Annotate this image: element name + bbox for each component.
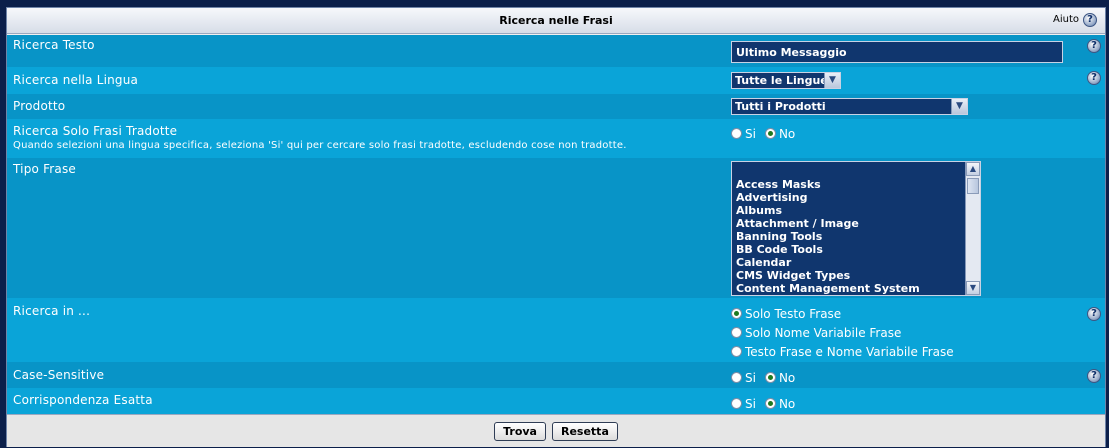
question-mark-icon[interactable]: ? <box>1083 13 1097 27</box>
list-item[interactable]: Calendar <box>736 256 980 269</box>
question-mark-icon[interactable]: ? <box>1087 369 1101 383</box>
exact-match-yes-radio[interactable] <box>731 398 742 409</box>
reset-button[interactable]: Resetta <box>551 421 618 441</box>
list-item[interactable]: Albums <box>736 204 980 217</box>
translated-only-radios: Si No <box>731 124 795 143</box>
search-in-varname-radio[interactable] <box>731 327 742 338</box>
list-item[interactable]: Advertising <box>736 191 980 204</box>
exact-match-label: Corrispondenza Esatta <box>13 393 153 407</box>
option-label: Si <box>745 396 756 411</box>
scroll-down-icon[interactable]: ▼ <box>966 281 980 295</box>
list-item[interactable]: CMS Widget Types <box>736 269 980 282</box>
list-item[interactable]: Banning Tools <box>736 230 980 243</box>
row-product: Prodotto Tutti i Prodotti ▼ <box>7 94 1105 119</box>
search-text-input[interactable] <box>731 41 1063 63</box>
window-frame: Ricerca nelle Frasi Aiuto ? Ricerca Test… <box>0 0 1109 448</box>
question-mark-icon[interactable]: ? <box>1087 307 1101 321</box>
option-label: Testo Frase e Nome Variabile Frase <box>745 344 954 359</box>
row-exact-match: Corrispondenza Esatta Si No <box>7 388 1105 414</box>
phrase-type-label: Tipo Frase <box>13 162 77 176</box>
row-language: Ricerca nella Lingua Tutte le Lingue ▼ ? <box>7 67 1105 94</box>
list-item[interactable]: Attachment / Image <box>736 217 980 230</box>
help-link[interactable]: Aiuto ? <box>1053 12 1097 28</box>
scroll-up-icon[interactable]: ▲ <box>966 162 980 176</box>
case-sensitive-no-radio[interactable] <box>764 372 776 383</box>
row-search-in: Ricerca in ... Solo Testo Frase Solo Nom… <box>7 298 1105 362</box>
row-case-sensitive: Case-Sensitive Si No ? <box>7 362 1105 388</box>
option-label: Si <box>745 126 756 141</box>
row-translated-only: Ricerca Solo Frasi Tradotte Quando selez… <box>7 119 1105 158</box>
list-item[interactable]: BB Code Tools <box>736 243 980 256</box>
find-button[interactable]: Trova <box>494 421 546 441</box>
case-sensitive-yes-radio[interactable] <box>731 372 742 383</box>
translated-only-description: Quando selezioni una lingua specifica, s… <box>13 140 627 151</box>
chevron-down-icon[interactable]: ▼ <box>824 73 840 88</box>
option-label: No <box>778 370 796 385</box>
panel-header: Ricerca nelle Frasi Aiuto ? <box>7 8 1105 34</box>
search-in-text-radio[interactable] <box>731 308 742 319</box>
scroll-thumb[interactable] <box>967 178 979 194</box>
list-item[interactable]: Access Masks <box>736 178 980 191</box>
search-in-label: Ricerca in ... <box>13 304 91 318</box>
translated-only-yes-radio[interactable] <box>731 128 742 139</box>
option-label: Solo Testo Frase <box>745 306 842 321</box>
search-in-both-radio[interactable] <box>731 346 742 357</box>
row-search-text: Ricerca Testo ? <box>7 35 1105 67</box>
search-in-option: Solo Testo Frase <box>731 304 954 323</box>
exact-match-no-radio[interactable] <box>764 398 776 409</box>
option-label: No <box>778 396 796 411</box>
search-in-option: Testo Frase e Nome Variabile Frase <box>731 342 954 361</box>
listbox-scrollbar[interactable]: ▲ ▼ <box>965 162 980 295</box>
product-label: Prodotto <box>13 99 66 113</box>
translated-only-label: Ricerca Solo Frasi Tradotte <box>13 124 178 138</box>
case-sensitive-label: Case-Sensitive <box>13 368 105 382</box>
search-phrases-panel: Ricerca nelle Frasi Aiuto ? Ricerca Test… <box>6 7 1106 447</box>
page-title: Ricerca nelle Frasi <box>499 14 613 27</box>
question-mark-icon[interactable]: ? <box>1087 71 1101 85</box>
search-in-radios: Solo Testo Frase Solo Nome Variabile Fra… <box>731 304 954 361</box>
translated-only-no-radio[interactable] <box>764 128 776 139</box>
option-label: Si <box>745 370 756 385</box>
product-selected: Tutti i Prodotti <box>735 100 826 113</box>
row-phrase-type: Tipo Frase Access Masks Advertising Albums… <box>7 158 1105 298</box>
case-sensitive-radios: Si No <box>731 368 795 387</box>
chevron-down-icon[interactable]: ▼ <box>951 99 967 114</box>
option-label: Solo Nome Variabile Frase <box>745 325 902 340</box>
search-text-label: Ricerca Testo <box>13 38 95 52</box>
exact-match-radios: Si No <box>731 394 795 413</box>
form-footer: Trova Resetta <box>7 414 1105 447</box>
help-label: Aiuto <box>1053 14 1079 25</box>
language-selected: Tutte le Lingue <box>735 74 828 87</box>
phrase-type-listbox[interactable]: Access Masks Advertising Albums Attachment … <box>731 161 981 296</box>
phrase-type-list: Access Masks Advertising Albums Attachment … <box>732 162 980 295</box>
question-mark-icon[interactable]: ? <box>1087 39 1101 53</box>
language-select[interactable]: Tutte le Lingue ▼ <box>731 72 841 89</box>
language-label: Ricerca nella Lingua <box>13 73 139 87</box>
product-select[interactable]: Tutti i Prodotti ▼ <box>731 98 968 115</box>
option-label: No <box>778 126 796 141</box>
search-in-option: Solo Nome Variabile Frase <box>731 323 954 342</box>
list-item[interactable]: Content Management System <box>736 282 980 295</box>
